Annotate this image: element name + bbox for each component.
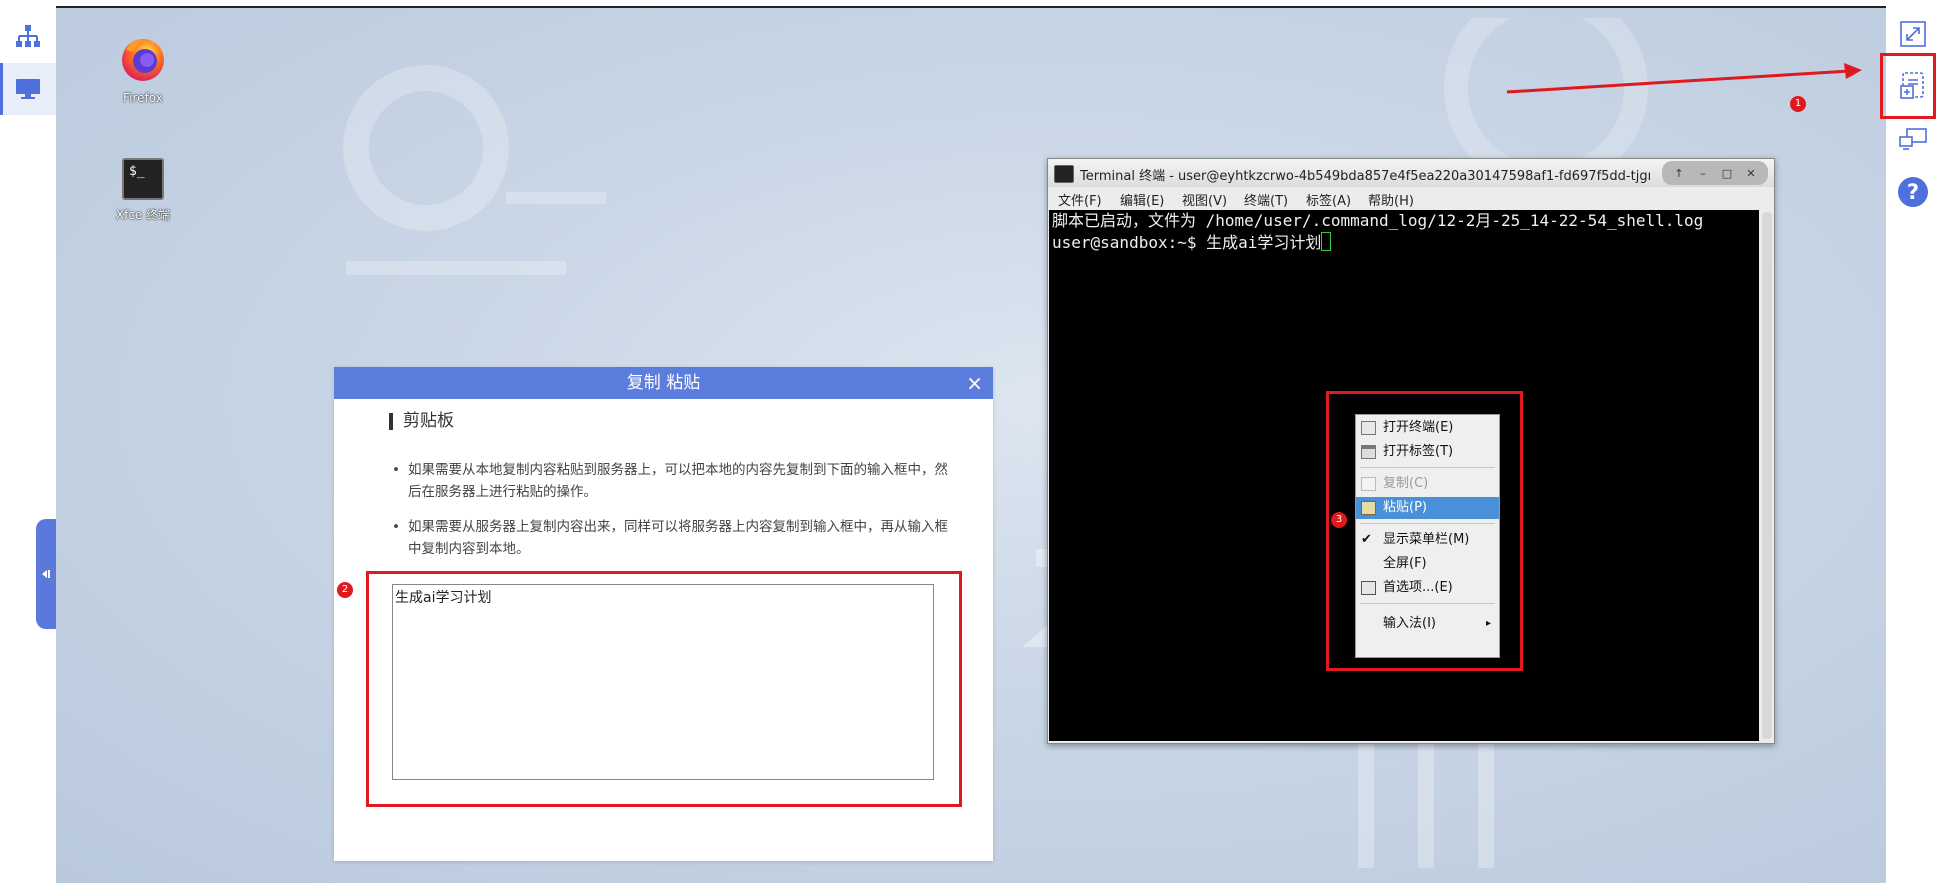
sidebar-item-topology[interactable] [0, 11, 56, 63]
window-shade-button[interactable]: ↑ [1672, 167, 1686, 181]
menu-tabs[interactable]: 标签(A) [1306, 190, 1351, 209]
help-text-1: 如果需要从本地复制内容粘贴到服务器上，可以把本地的内容先复制到下面的输入框中，然… [392, 459, 948, 503]
annotation-badge-1: 1 [1790, 96, 1806, 112]
monitor-icon [16, 79, 40, 99]
annotation-box-2 [366, 571, 962, 807]
display-switch-button[interactable] [1886, 117, 1940, 161]
terminal-app-icon [1054, 165, 1074, 183]
help-text-2: 如果需要从服务器上复制内容出来，同样可以将服务器上内容复制到输入框中，再从输入框… [392, 516, 948, 560]
section-title: 剪贴板 [389, 413, 454, 430]
annotation-box-1 [1880, 53, 1936, 119]
terminal-title: Terminal 终端 - user@eyhtkzcrwo-4b549bda85… [1080, 169, 1650, 184]
desktop-icon-label: Xfce 终端 [115, 208, 171, 222]
terminal-icon: $_ [122, 158, 164, 200]
desktop-icon-label: Firefox [123, 91, 163, 105]
terminal-prompt-line: user@sandbox:~$ 生成ai学习计划 [1052, 232, 1756, 254]
sitemap-icon [16, 25, 40, 47]
annotation-box-3 [1326, 391, 1523, 671]
terminal-line: 脚本已启动，文件为 /home/user/.command_log/12-2月-… [1052, 211, 1704, 230]
dialog-title: 复制 粘贴 [626, 373, 701, 393]
firefox-icon [122, 39, 164, 81]
annotation-arrow [1506, 63, 1862, 94]
fullscreen-icon [1900, 21, 1926, 47]
desktop-icon-firefox[interactable]: Firefox [98, 34, 188, 105]
close-icon[interactable]: × [966, 367, 983, 399]
menu-help[interactable]: 帮助(H) [1368, 190, 1414, 209]
help-icon: ? [1898, 177, 1928, 207]
left-sidebar [0, 0, 56, 883]
desktop-icon-terminal[interactable]: $_ Xfce 终端 [98, 158, 188, 223]
terminal-scrollbar[interactable] [1762, 212, 1772, 739]
minimize-button[interactable]: – [1696, 167, 1710, 181]
terminal-titlebar[interactable]: Terminal 终端 - user@eyhtkzcrwo-4b549bda85… [1048, 159, 1774, 187]
fullscreen-button[interactable] [1886, 12, 1940, 56]
collapse-left-icon [42, 570, 50, 578]
menu-terminal[interactable]: 终端(T) [1244, 190, 1288, 209]
terminal-cursor [1321, 232, 1332, 251]
annotation-badge-3: 3 [1331, 512, 1347, 528]
terminal-line: user@sandbox:~$ 生成ai学习计划 [1052, 233, 1322, 252]
menu-edit[interactable]: 编辑(E) [1120, 190, 1164, 209]
menu-view[interactable]: 视图(V) [1182, 190, 1227, 209]
top-border [56, 0, 1886, 8]
display-switch-icon [1899, 128, 1927, 150]
dialog-header: 复制 粘贴 × [334, 367, 993, 399]
terminal-menubar: 文件(F) 编辑(E) 视图(V) 终端(T) 标签(A) 帮助(H) [1048, 187, 1774, 209]
help-button[interactable]: ? [1886, 170, 1940, 214]
sidebar-item-desktop[interactable] [0, 63, 56, 115]
menu-file[interactable]: 文件(F) [1058, 190, 1102, 209]
panel-collapse-tab[interactable] [36, 519, 56, 629]
watermark-graphic [343, 65, 606, 275]
right-sidebar: ? [1886, 0, 1940, 883]
annotation-badge-2: 2 [337, 582, 353, 598]
maximize-button[interactable]: □ [1720, 167, 1734, 181]
close-window-button[interactable]: ✕ [1744, 167, 1758, 181]
